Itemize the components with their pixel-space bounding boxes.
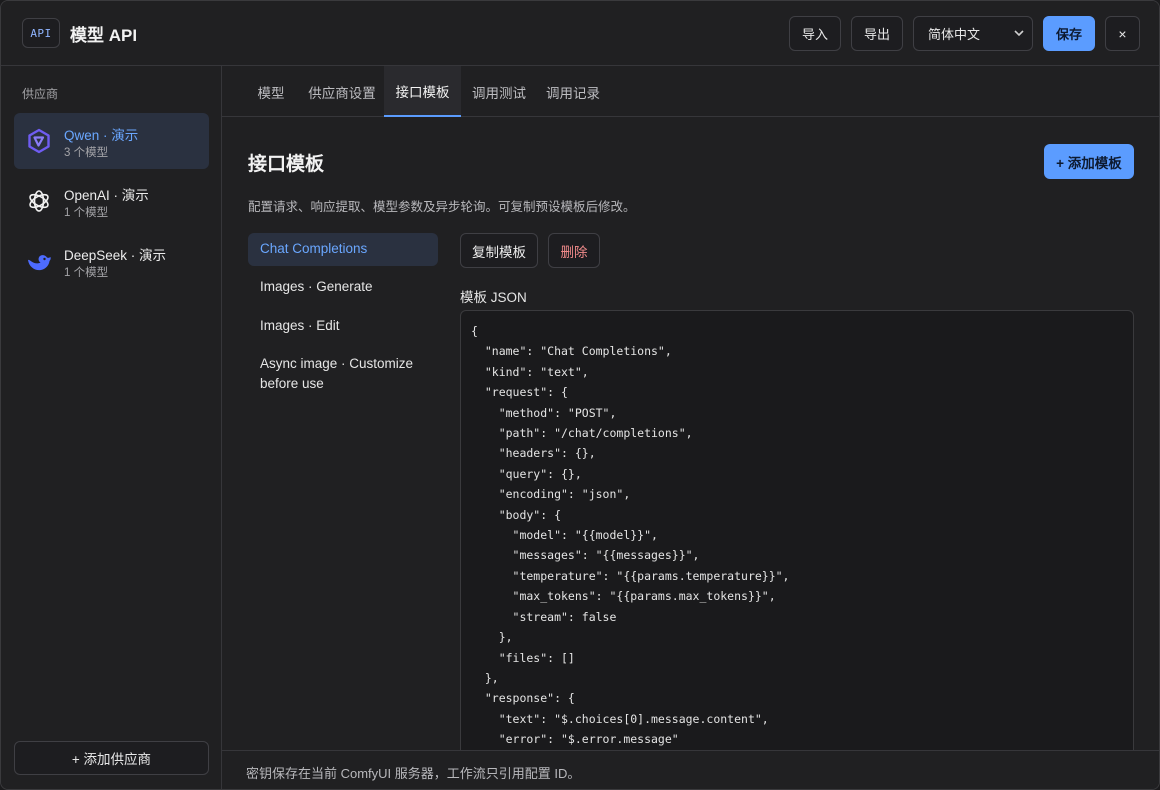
language-select[interactable]: 简体中文 <box>913 16 1033 51</box>
import-button[interactable]: 导入 <box>789 16 841 51</box>
footer-note: 密钥保存在当前 ComfyUI 服务器，工作流只引用配置 ID。 <box>246 766 581 781</box>
template-json-text[interactable]: { "name": "Chat Completions", "kind": "t… <box>471 321 790 750</box>
tab-call-test[interactable]: 调用测试 <box>465 66 533 117</box>
template-item-images-edit[interactable]: Images · Edit <box>248 316 438 336</box>
template-item-images-generate[interactable]: Images · Generate <box>248 277 438 297</box>
language-select-value: 简体中文 <box>928 27 981 42</box>
copy-template-button[interactable]: 复制模板 <box>460 233 538 268</box>
template-item-chat-completions[interactable]: Chat Completions <box>248 233 438 266</box>
qwen-logo-icon <box>26 128 52 154</box>
tab-models[interactable]: 模型 <box>246 66 296 117</box>
tab-api-templates[interactable]: 接口模板 <box>384 66 461 117</box>
provider-sidebar: 供应商 Qwen · 演示 3 个模型 OpenAI · 演示 1 个模型 De… <box>1 66 222 789</box>
dialog-header: API 模型 API 导入 导出 简体中文 保存 × <box>1 1 1159 66</box>
provider-model-count: 3 个模型 <box>64 147 109 159</box>
dialog-footer: 密钥保存在当前 ComfyUI 服务器，工作流只引用配置 ID。 <box>222 750 1159 789</box>
tab-provider-settings[interactable]: 供应商设置 <box>302 66 382 117</box>
provider-name: Qwen · 演示 <box>64 128 139 143</box>
tab-call-log[interactable]: 调用记录 <box>539 66 607 117</box>
api-badge-icon: API <box>22 18 60 48</box>
provider-item-openai[interactable]: OpenAI · 演示 1 个模型 <box>14 173 209 229</box>
add-provider-button[interactable]: + 添加供应商 <box>14 741 209 775</box>
template-item-async-image[interactable]: Async image · Customize before use <box>248 354 438 394</box>
page-title: 接口模板 <box>248 154 325 175</box>
chevron-down-icon <box>1014 28 1024 39</box>
deepseek-logo-icon <box>26 248 52 274</box>
export-button[interactable]: 导出 <box>851 16 903 51</box>
save-button[interactable]: 保存 <box>1043 16 1095 51</box>
provider-item-deepseek[interactable]: DeepSeek · 演示 1 个模型 <box>14 233 209 289</box>
openai-logo-icon <box>26 188 52 214</box>
provider-item-qwen[interactable]: Qwen · 演示 3 个模型 <box>14 113 209 169</box>
provider-model-count: 1 个模型 <box>64 267 109 279</box>
add-template-button[interactable]: + 添加模板 <box>1044 144 1134 179</box>
provider-name: DeepSeek · 演示 <box>64 248 167 263</box>
tab-bar: 模型 供应商设置 接口模板 调用测试 调用记录 <box>222 66 1159 117</box>
dialog-title: 模型 API <box>70 26 138 45</box>
close-button[interactable]: × <box>1105 16 1140 51</box>
delete-template-button[interactable]: 删除 <box>548 233 600 268</box>
template-json-editor[interactable]: { "name": "Chat Completions", "kind": "t… <box>460 310 1134 760</box>
sidebar-section-label: 供应商 <box>22 87 59 101</box>
template-json-label: 模板 JSON <box>460 290 527 305</box>
provider-name: OpenAI · 演示 <box>64 188 149 203</box>
provider-model-count: 1 个模型 <box>64 207 109 219</box>
page-description: 配置请求、响应提取、模型参数及异步轮询。可复制预设模板后修改。 <box>248 200 636 214</box>
model-api-dialog: API 模型 API 导入 导出 简体中文 保存 × 供应商 Qwen · 演示… <box>0 0 1160 790</box>
